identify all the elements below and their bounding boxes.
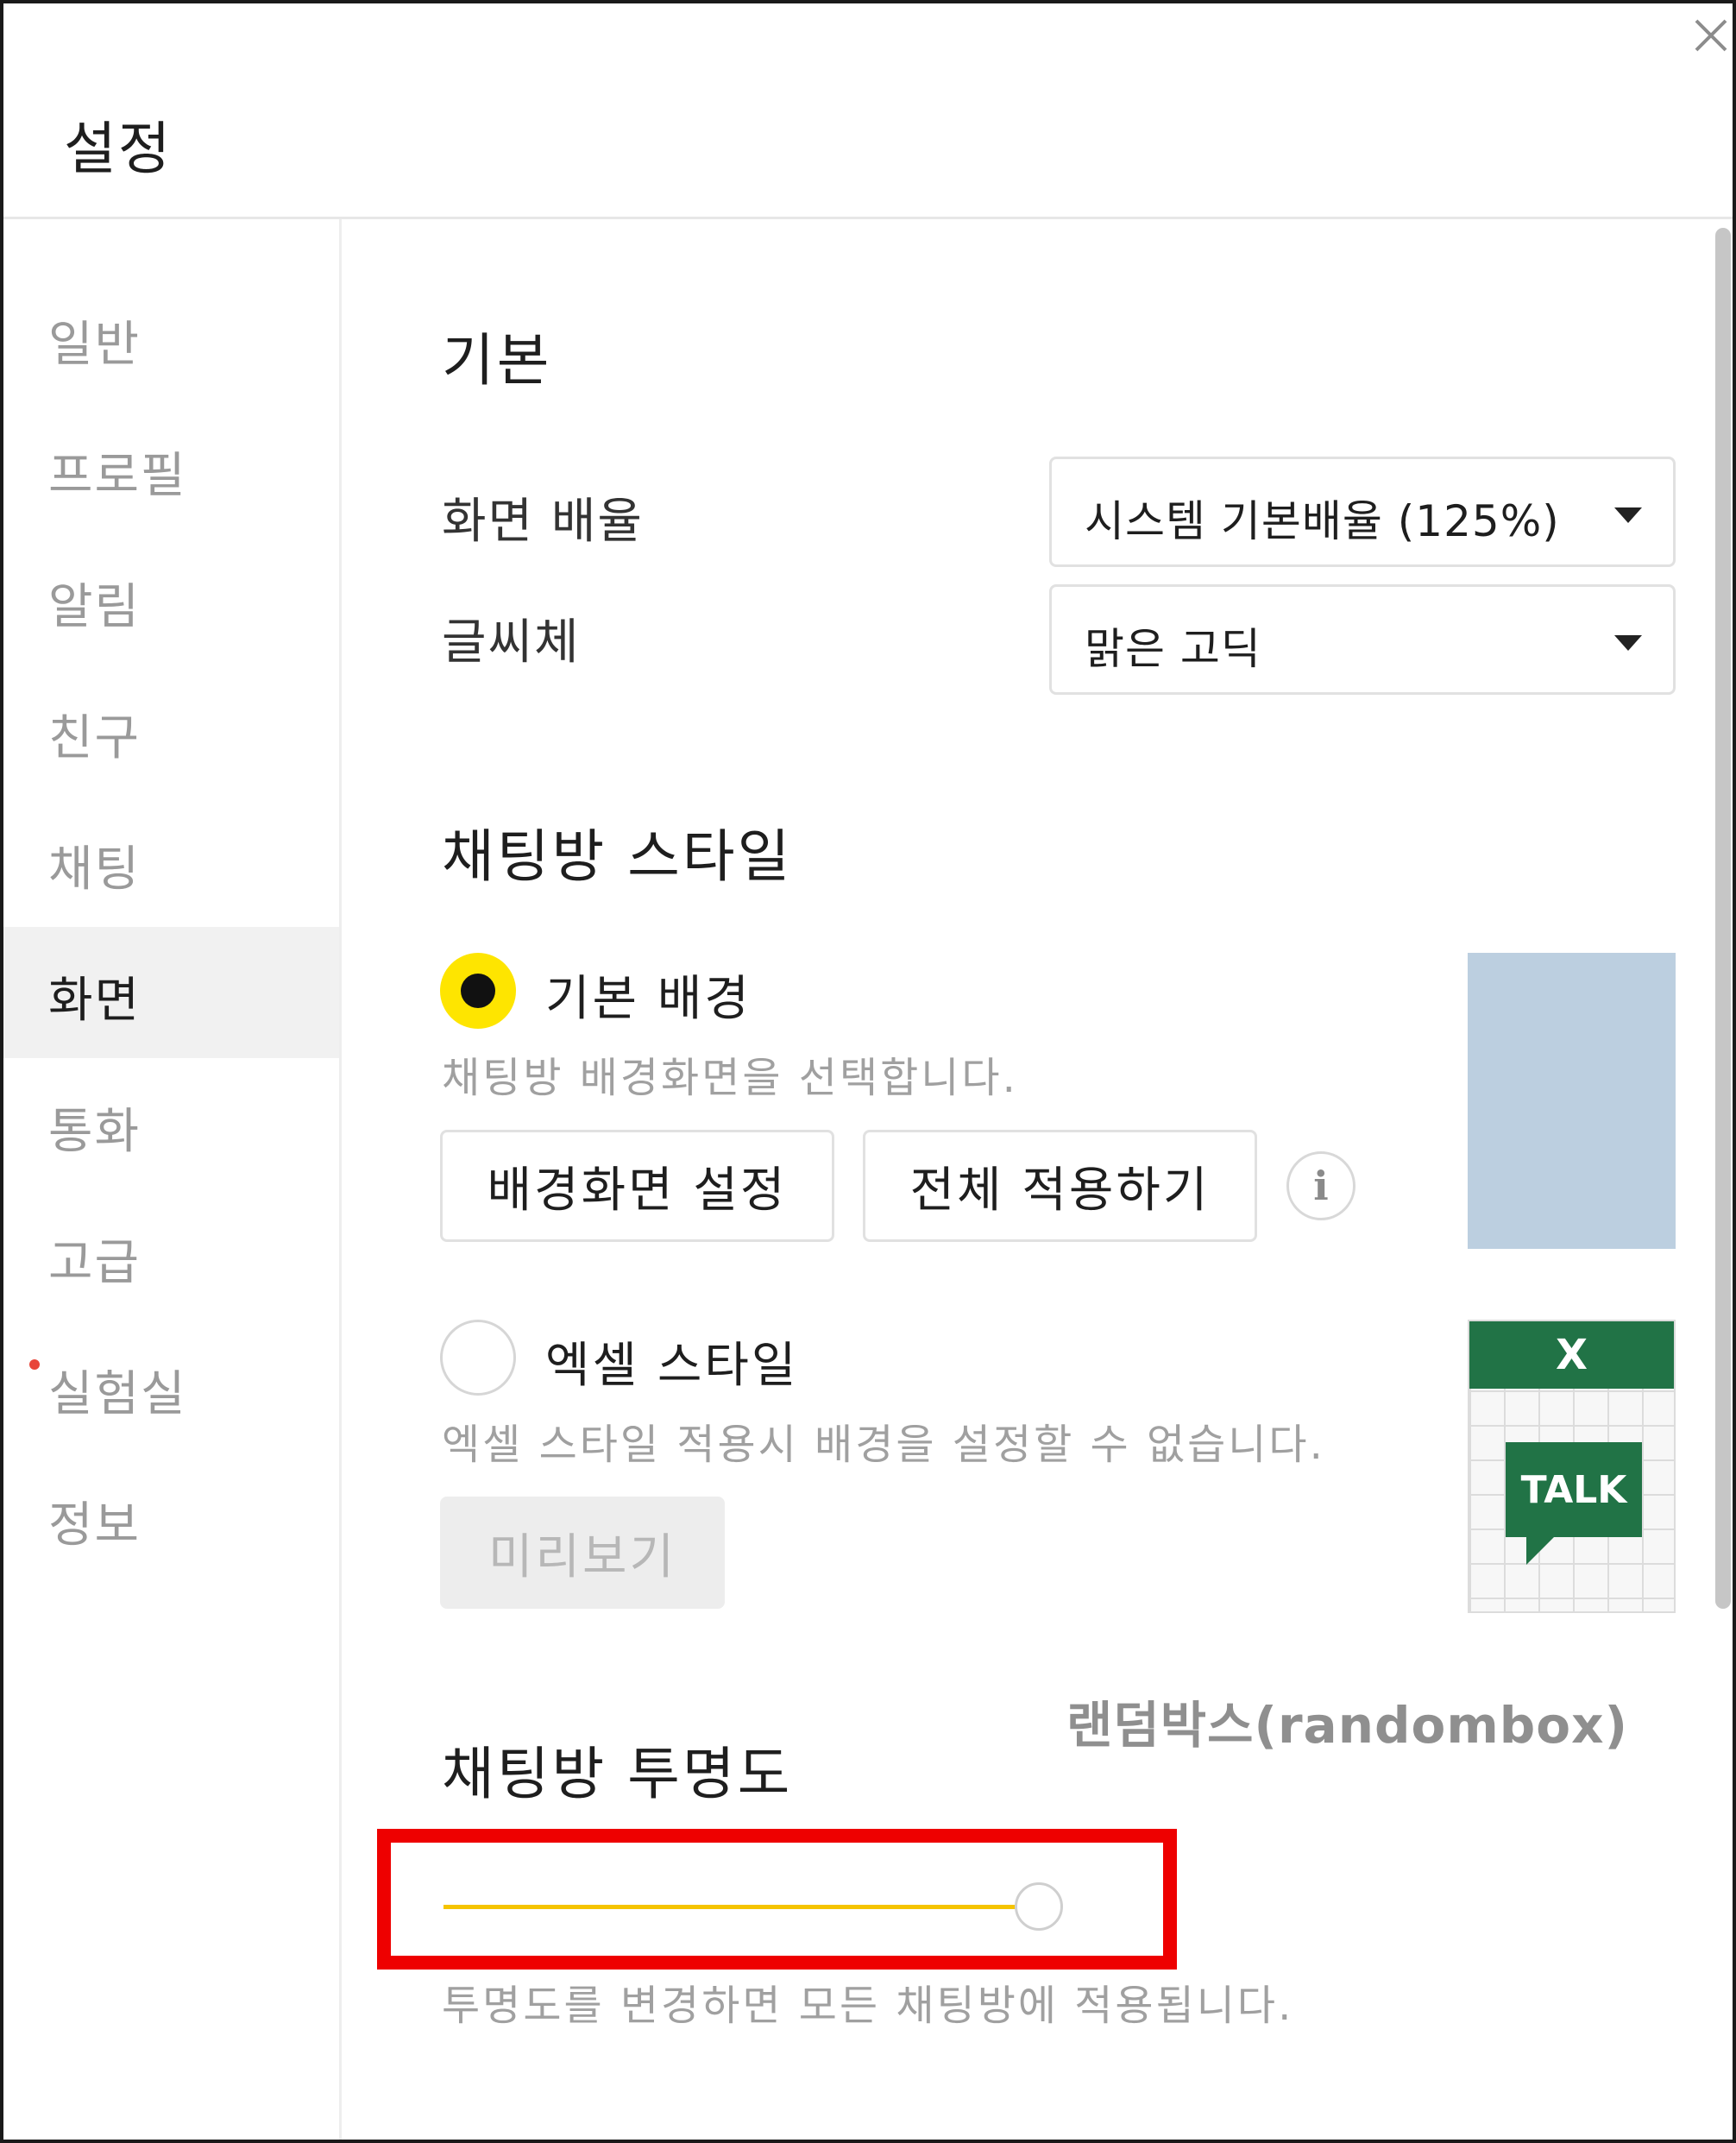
info-icon[interactable]: i [1286,1151,1355,1220]
sidebar-item-chat[interactable]: 채팅 [3,796,339,927]
zoom-select-value: 시스템 기본배율 (125%) [1085,496,1560,546]
sidebar-item-general[interactable]: 일반 [3,271,339,402]
sidebar-item-profile[interactable]: 프로필 [3,402,339,533]
excel-style-preview: X TALK [1468,1320,1676,1613]
section-heading-chat-style: 채팅방 스타일 [442,823,793,890]
apply-all-button[interactable]: 전체 적용하기 [863,1130,1257,1242]
radio-excel-style[interactable] [440,1320,516,1396]
option-desc-excel-style: 엑셀 스타일 적용시 배경을 설정할 수 없습니다. [442,1421,1325,1469]
settings-sidebar: 일반 프로필 알림 친구 채팅 화면 통화 고급 실험실 정보 [3,219,342,2140]
sidebar-item-label: 정보 [48,1497,142,1554]
chevron-down-icon [1614,635,1642,651]
sidebar-item-label: 통화 [48,1104,142,1160]
option-label-default-background: 기본 배경 [545,971,752,1027]
sidebar-item-label: 프로필 [48,448,187,504]
window-title: 설정 [64,116,173,182]
sidebar-item-lab[interactable]: 실험실 [3,1320,339,1452]
transparency-desc: 투명도를 변경하면 모든 채팅방에 적용됩니다. [442,1982,1294,2030]
radio-default-background[interactable] [440,953,516,1029]
highlight-box [377,1829,1177,1970]
talk-bubble-tail [1526,1535,1556,1565]
font-select[interactable]: 맑은 고딕 [1049,584,1676,695]
wallpaper-settings-button[interactable]: 배경화면 설정 [440,1130,834,1242]
sidebar-item-label: 알림 [48,579,142,635]
default-background-preview [1468,953,1676,1249]
font-label: 글씨체 [442,615,581,671]
close-icon[interactable] [1686,10,1733,60]
sidebar-item-label: 채팅 [48,841,142,898]
zoom-select[interactable]: 시스템 기본배율 (125%) [1049,457,1676,567]
sidebar-item-advanced[interactable]: 고급 [3,1189,339,1320]
sidebar-item-display[interactable]: 화면 [3,927,339,1058]
zoom-label: 화면 배율 [442,494,644,550]
new-badge-dot [29,1359,40,1370]
content-scrollbar[interactable] [1715,228,1731,1609]
section-heading-basic: 기본 [442,327,552,394]
excel-icon: X [1469,1321,1674,1389]
preview-button[interactable]: 미리보기 [440,1497,725,1609]
option-label-excel-style: 엑셀 스타일 [545,1338,799,1394]
sidebar-item-label: 실험실 [48,1366,187,1422]
talk-bubble-icon: TALK [1506,1442,1642,1537]
sidebar-item-info[interactable]: 정보 [3,1452,339,1583]
sidebar-item-friends[interactable]: 친구 [3,665,339,796]
sidebar-item-label: 화면 [48,973,142,1029]
option-desc-default-background: 채팅방 배경화면을 선택합니다. [442,1054,1018,1102]
watermark-text: 랜덤박스(randombox) [1066,1696,1629,1755]
sidebar-item-label: 일반 [48,317,142,373]
sidebar-item-call[interactable]: 통화 [3,1058,339,1189]
settings-window: 설정 일반 프로필 알림 친구 채팅 화면 통화 고급 실험실 정보 기본 화면… [0,0,1736,2143]
sidebar-item-label: 고급 [48,1235,142,1291]
sidebar-item-label: 친구 [48,710,142,766]
sidebar-item-notifications[interactable]: 알림 [3,533,339,665]
chevron-down-icon [1614,507,1642,523]
section-heading-transparency: 채팅방 투명도 [442,1741,793,1807]
font-select-value: 맑은 고딕 [1085,624,1261,674]
window-header: 설정 [3,3,1733,219]
